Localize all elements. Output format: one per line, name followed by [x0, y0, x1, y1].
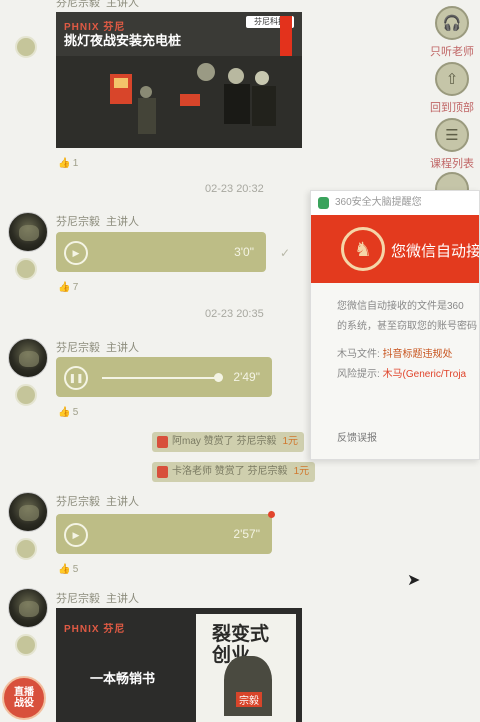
- like-count: 5: [72, 564, 79, 575]
- image-red-bar: [280, 16, 292, 58]
- audio-progress-track[interactable]: [102, 377, 222, 379]
- sender-role: 主讲人: [106, 593, 139, 605]
- avatar-badge: [15, 384, 37, 406]
- avatar[interactable]: [8, 492, 48, 532]
- sender-role: 主讲人: [106, 496, 139, 508]
- gift-text: 卡洛老师 赞赏了 芬尼宗毅: [172, 466, 288, 477]
- avatar-badge: [15, 36, 37, 58]
- thumb-up-icon: 👍: [58, 564, 71, 575]
- image-photo: [56, 56, 302, 148]
- sender-role: 主讲人: [106, 0, 139, 9]
- sender-name: 芬尼宗毅: [56, 593, 100, 605]
- audio-message[interactable]: ▶ 3'0": [56, 232, 266, 272]
- sender-role: 主讲人: [106, 216, 139, 228]
- audio-duration: 2'49": [233, 370, 260, 384]
- image-headline: 挑灯夜战安装充电桩: [64, 33, 182, 48]
- avatar-badge: [15, 258, 37, 280]
- like-button[interactable]: 👍 5: [58, 564, 78, 575]
- timestamp: 02-23 20:32: [205, 183, 264, 195]
- popup-desc-line-1: 您微信自动接收的文件是360: [337, 301, 464, 312]
- popup-risk-row: 风险提示: 木马(Generic/Troja: [337, 365, 479, 385]
- timestamp: 02-23 20:35: [205, 308, 264, 320]
- headphone-icon: 🎧: [435, 6, 469, 40]
- sender-label: 芬尼宗毅 主讲人: [56, 493, 139, 509]
- avatar-badge: [15, 634, 37, 656]
- like-count: 5: [72, 407, 79, 418]
- gift-amount: 1元: [282, 436, 299, 447]
- sender-label: 芬尼宗毅 主讲人: [56, 213, 139, 229]
- sender-name: 芬尼宗毅: [56, 216, 100, 228]
- like-count: 7: [72, 282, 79, 293]
- thumb-up-icon: 👍: [58, 407, 71, 418]
- gift-text: 阿may 赞赏了 芬尼宗毅: [172, 436, 277, 447]
- image-message[interactable]: PHNIX 芬尼 一本畅销书 裂变式创业 宗毅: [56, 608, 302, 722]
- gift-icon: [157, 466, 168, 478]
- thumb-up-icon: 👍: [58, 282, 71, 293]
- sidebar-label: 只听老师: [430, 46, 474, 58]
- sidebar-label: 回到顶部: [430, 102, 474, 114]
- security-popup[interactable]: 360安全大脑提醒您 ♞ 您微信自动接收 您微信自动接收的文件是360 的系统，…: [310, 190, 480, 460]
- author-portrait: [224, 656, 272, 716]
- audio-duration: 3'0": [234, 245, 254, 259]
- mouse-cursor-icon: ➤: [407, 572, 421, 589]
- popup-header: 360安全大脑提醒您: [311, 191, 479, 215]
- play-icon[interactable]: ▶: [64, 241, 88, 265]
- list-icon: ☰: [435, 118, 469, 152]
- like-button[interactable]: 👍 1: [58, 158, 78, 169]
- thumb-up-icon: 👍: [58, 158, 71, 169]
- sidebar-back-to-top[interactable]: ⇧ 回到顶部: [424, 62, 480, 115]
- image-headline: 一本畅销书: [90, 671, 156, 686]
- like-button[interactable]: 👍 7: [58, 282, 78, 293]
- popup-file-name: 抖音标题违规处: [382, 349, 453, 360]
- sender-label: 芬尼宗毅 主讲人: [56, 590, 139, 606]
- sidebar-listen-only[interactable]: 🎧 只听老师: [424, 6, 480, 59]
- popup-file-row: 木马文件: 抖音标题违规处: [337, 345, 479, 365]
- popup-desc-line-2: 的系统，甚至窃取您的账号密码: [337, 321, 477, 332]
- sidebar-course-list[interactable]: ☰ 课程列表: [424, 118, 480, 171]
- image-brand: PHNIX 芬尼: [64, 624, 126, 635]
- audio-message[interactable]: ▶ 2'57": [56, 511, 275, 554]
- corner-badge-text: 直播战役: [14, 687, 34, 709]
- like-count: 1: [72, 158, 79, 169]
- sender-name: 芬尼宗毅: [56, 342, 100, 354]
- corner-badge[interactable]: 直播战役: [2, 676, 46, 720]
- gift-notification: 阿may 赞赏了 芬尼宗毅 1元: [152, 432, 305, 452]
- popup-title: 您微信自动接收: [391, 243, 480, 260]
- audio-duration: 2'57": [233, 527, 260, 541]
- popup-file-label: 木马文件:: [337, 349, 380, 360]
- popup-risk-value: 木马(Generic/Troja: [382, 369, 467, 380]
- image-message[interactable]: PHNIX 芬尼 挑灯夜战安装充电桩 芬尼科技: [56, 12, 302, 148]
- book-author: 宗毅: [236, 692, 262, 707]
- sender-label: 芬尼宗毅 主讲人: [56, 0, 139, 10]
- gift-amount: 1元: [293, 466, 310, 477]
- avatar[interactable]: [8, 338, 48, 378]
- popup-banner: ♞ 您微信自动接收: [311, 215, 479, 283]
- sender-role: 主讲人: [106, 342, 139, 354]
- gift-notification: 卡洛老师 赞赏了 芬尼宗毅 1元: [152, 462, 316, 482]
- sender-name: 芬尼宗毅: [56, 0, 100, 9]
- trojan-horse-icon: ♞: [341, 227, 385, 271]
- audio-progress-knob[interactable]: [213, 373, 223, 382]
- avatar-badge: [15, 538, 37, 560]
- popup-app-name: 360安全大脑提醒您: [335, 197, 422, 208]
- play-icon[interactable]: ▶: [64, 523, 88, 547]
- gift-icon: [157, 436, 168, 448]
- check-icon: ✓: [280, 246, 291, 260]
- avatar[interactable]: [8, 212, 48, 252]
- top-icon: ⇧: [435, 62, 469, 96]
- pause-icon[interactable]: ❚❚: [64, 366, 88, 390]
- popup-feedback-link[interactable]: 反馈误报: [337, 429, 377, 444]
- unread-dot: [268, 511, 275, 518]
- sender-name: 芬尼宗毅: [56, 496, 100, 508]
- popup-risk-label: 风险提示:: [337, 369, 380, 380]
- avatar[interactable]: [8, 588, 48, 628]
- like-button[interactable]: 👍 5: [58, 407, 78, 418]
- popup-body: 您微信自动接收的文件是360 的系统，甚至窃取您的账号密码 木马文件: 抖音标题…: [311, 283, 479, 385]
- sender-label: 芬尼宗毅 主讲人: [56, 339, 139, 355]
- audio-message[interactable]: ❚❚ 2'49": [56, 357, 272, 397]
- shield-icon: [318, 197, 329, 209]
- sidebar-label: 课程列表: [430, 158, 474, 170]
- book-cover: 裂变式创业 宗毅: [196, 614, 296, 722]
